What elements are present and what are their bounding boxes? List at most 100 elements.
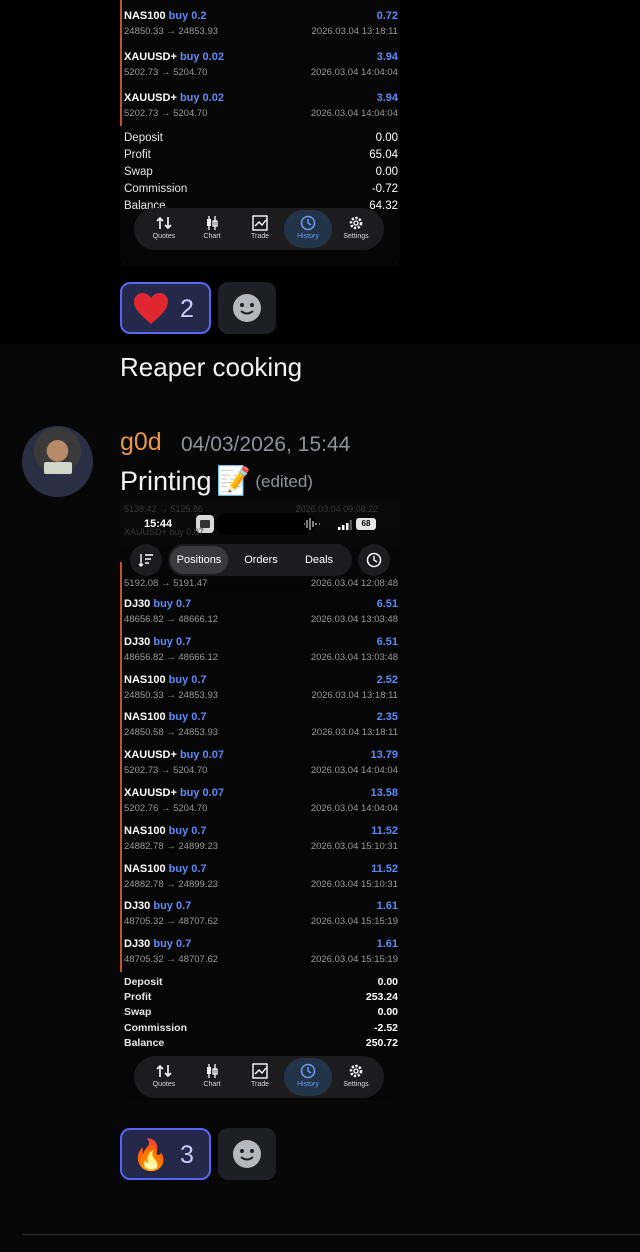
trade-symbol: NAS100 bbox=[124, 673, 166, 686]
author-name[interactable]: g0d bbox=[120, 428, 162, 457]
trade-prices: 24850.33 → 24853.93 bbox=[124, 26, 219, 37]
trade-profit: 2.52 bbox=[376, 673, 398, 686]
battery-indicator: 68 bbox=[356, 518, 376, 530]
tab-deals[interactable]: Deals bbox=[290, 546, 348, 574]
history-divider-line bbox=[120, 0, 122, 126]
trade-symbol: DJ30 bbox=[124, 598, 151, 610]
trade-profit: 1.61 bbox=[376, 938, 398, 951]
trade-row: DJ30 buy 0.7 48656.82 → 48666.12 6.51 2026.… bbox=[124, 636, 398, 672]
nav-trade[interactable]: Trade bbox=[236, 1058, 284, 1096]
trade-row: DJ30 buy 0.7 48705.32 → 48707.62 1.61 2026.… bbox=[124, 938, 398, 974]
trade-profit: 3.94 bbox=[376, 51, 398, 63]
trade-time: 2026.03.04 13:03:48 bbox=[310, 614, 398, 625]
avatar[interactable] bbox=[22, 426, 93, 497]
partial-trade-row: 5192.08 → 5191.47 2026.03.04 12:08:48 bbox=[124, 576, 398, 594]
trade-time: 2026.03.04 15:10:31 bbox=[310, 878, 398, 890]
trade-side: buy 0.2 bbox=[168, 10, 207, 22]
trade-prices: 24850.33 → 24853.93 bbox=[124, 689, 219, 701]
trade-side: buy 0.7 bbox=[153, 900, 192, 913]
nav-settings[interactable]: Settings bbox=[332, 1058, 380, 1096]
trade-prices: 5202.76 → 5204.70 bbox=[124, 803, 208, 814]
reaction-heart-button[interactable]: 2 bbox=[120, 282, 211, 334]
edited-tag: (edited) bbox=[255, 472, 313, 491]
trade-side: buy 0.02 bbox=[179, 92, 224, 104]
trade-prices: 48656.82 → 48666.12 bbox=[124, 614, 219, 625]
reaction-count: 2 bbox=[180, 295, 194, 323]
trade-symbol: DJ30 bbox=[124, 938, 151, 951]
trade-prices: 5192.08 → 5191.47 bbox=[124, 578, 208, 589]
trade-prices: 48705.32 → 48707.62 bbox=[124, 916, 219, 928]
summary-balance: Balance 250.72 bbox=[124, 1037, 398, 1049]
trade-history-screenshot-1[interactable]: NAS100 buy 0.2 24850.33 → 24853.93 0.72 … bbox=[120, 0, 400, 266]
summary-profit: Profit 65.04 bbox=[124, 149, 398, 161]
nav-settings[interactable]: Settings bbox=[332, 210, 380, 248]
ghost-row: XAUUSD+ buy 0.07 bbox=[124, 527, 204, 537]
trade-row: NAS100 buy 0.2 24850.33 → 24853.93 0.72 … bbox=[124, 10, 398, 46]
trade-row: DJ30 buy 0.7 48705.32 → 48707.62 1.61 2026.… bbox=[124, 900, 398, 936]
nav-label: Trade bbox=[250, 1081, 270, 1088]
reaction-count: 3 bbox=[180, 1141, 194, 1169]
add-reaction-button[interactable] bbox=[218, 282, 276, 334]
summary-swap: Swap 0.00 bbox=[124, 1006, 398, 1018]
summary-deposit: Deposit 0.00 bbox=[124, 132, 398, 144]
trade-side: buy 0.7 bbox=[168, 862, 207, 875]
nav-chart[interactable]: Chart bbox=[188, 210, 236, 248]
nav-quotes[interactable]: Quotes bbox=[140, 210, 188, 248]
trade-row: NAS100 buy 0.7 24882.78 → 24899.23 11.52 20… bbox=[124, 825, 398, 861]
tab-positions[interactable]: Positions bbox=[170, 546, 228, 574]
trade-symbol: DJ30 bbox=[124, 635, 151, 648]
nav-trade[interactable]: Trade bbox=[236, 210, 284, 248]
trade-side: buy 0.7 bbox=[168, 824, 207, 837]
trade-symbol: XAUUSD+ bbox=[124, 749, 177, 762]
trade-time: 2026.03.04 15:10:31 bbox=[310, 840, 398, 852]
trade-profit: 3.94 bbox=[376, 92, 398, 104]
message-timestamp: 04/03/2026, 15:44 bbox=[181, 433, 351, 456]
reaction-fire-button[interactable]: 🔥 3 bbox=[120, 1128, 211, 1180]
smiley-add-reaction-icon bbox=[233, 1140, 261, 1168]
trade-symbol: XAUUSD+ bbox=[124, 787, 177, 799]
history-divider-line bbox=[120, 562, 122, 972]
trade-prices: 5202.73 → 5204.70 bbox=[124, 67, 208, 78]
trade-side: buy 0.7 bbox=[168, 673, 207, 686]
trade-symbol: XAUUSD+ bbox=[124, 92, 177, 104]
history-clock-icon bbox=[300, 1063, 316, 1079]
trade-prices: 5202.73 → 5204.70 bbox=[124, 108, 208, 119]
summary-profit: Profit 253.24 bbox=[124, 991, 398, 1003]
message-text: Printing bbox=[120, 466, 212, 496]
message-line: Printing 📝 (edited) bbox=[120, 464, 313, 497]
nav-label: Quotes bbox=[152, 233, 176, 240]
summary-commission: Commission -0.72 bbox=[124, 183, 398, 195]
history-clock-icon bbox=[300, 215, 316, 231]
smiley-add-reaction-icon bbox=[233, 294, 261, 322]
sort-button[interactable] bbox=[130, 544, 162, 576]
trade-symbol: NAS100 bbox=[124, 824, 166, 837]
trade-profit: 6.51 bbox=[376, 598, 398, 610]
trade-row: NAS100 buy 0.7 24850.33 → 24853.93 2.52 202… bbox=[124, 674, 398, 710]
summary-commission: Commission -2.52 bbox=[124, 1022, 398, 1034]
trade-time: 2026.03.04 13:18:11 bbox=[311, 689, 398, 701]
tab-orders[interactable]: Orders bbox=[232, 546, 290, 574]
sort-icon bbox=[138, 554, 153, 567]
trade-profit: 0.72 bbox=[376, 10, 398, 22]
trade-prices: 48656.82 → 48666.12 bbox=[124, 651, 219, 663]
period-button[interactable] bbox=[358, 544, 390, 576]
quotes-arrows-icon bbox=[156, 1064, 172, 1078]
nav-history[interactable]: History bbox=[284, 210, 332, 248]
trade-time: 2026.03.04 14:04:04 bbox=[310, 765, 398, 777]
trade-time: 2026.03.04 14:04:04 bbox=[310, 108, 398, 119]
fire-emoji: 🔥 bbox=[132, 1139, 170, 1172]
add-reaction-button[interactable] bbox=[218, 1128, 276, 1180]
trade-row: XAUUSD+ buy 0.07 5202.73 → 5204.70 13.79 20… bbox=[124, 749, 398, 785]
nav-chart[interactable]: Chart bbox=[188, 1058, 236, 1096]
trade-symbol: NAS100 bbox=[124, 711, 166, 724]
trade-side: buy 0.07 bbox=[179, 749, 224, 762]
trade-row: XAUUSD+ buy 0.07 5202.76 → 5204.70 13.58 20… bbox=[124, 787, 398, 823]
nav-quotes[interactable]: Quotes bbox=[140, 1058, 188, 1096]
nav-history[interactable]: History bbox=[284, 1058, 332, 1096]
trade-row: XAUUSD+ buy 0.02 5202.73 → 5204.70 3.94 … bbox=[124, 92, 398, 128]
summary-deposit: Deposit 0.00 bbox=[124, 976, 398, 988]
trade-history-screenshot-2[interactable]: 5138.42 → 5125.86 2026.03.04 09:08:22 15… bbox=[120, 500, 400, 1100]
trade-profit: 11.52 bbox=[371, 862, 398, 875]
trade-prices: 48705.32 → 48707.62 bbox=[124, 954, 219, 966]
bottom-nav-bar: Quotes Chart Trade History Settings bbox=[134, 208, 384, 250]
